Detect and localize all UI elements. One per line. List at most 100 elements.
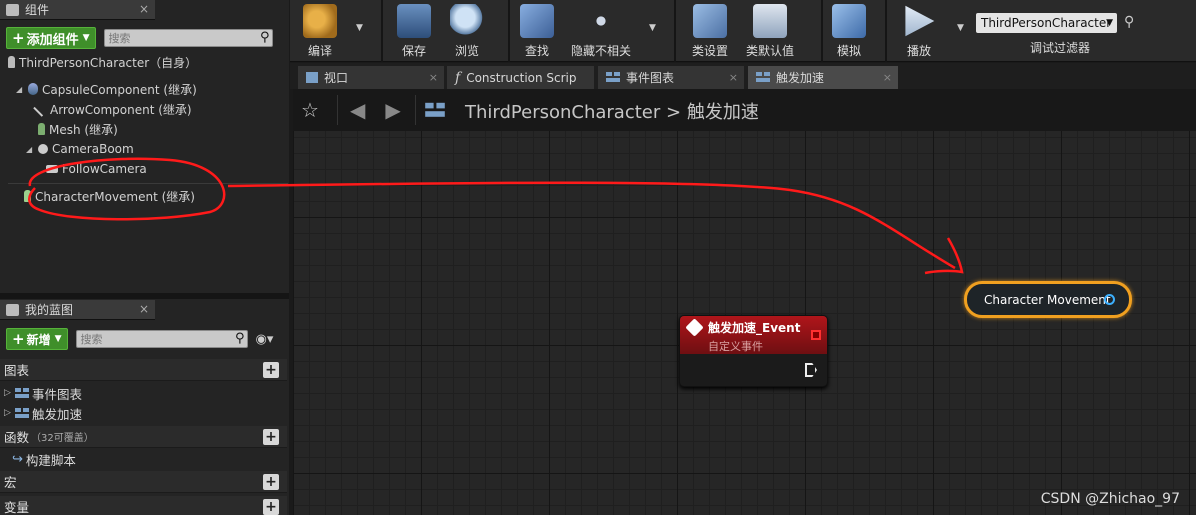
close-icon[interactable]: × xyxy=(729,71,738,84)
custom-event-node[interactable]: 触发加速_Event 自定义事件 xyxy=(679,315,828,387)
component-item[interactable]: ◢ CameraBoom xyxy=(26,140,134,158)
components-search[interactable]: ⚲ xyxy=(103,29,273,47)
tab-construction-script[interactable]: f Construction Scrip xyxy=(447,66,594,89)
new-button-label: 新增 xyxy=(26,332,51,347)
close-icon[interactable]: × xyxy=(139,2,149,16)
chevron-down-icon[interactable]: ▼ xyxy=(356,23,363,33)
expand-triangle-icon[interactable]: ◢ xyxy=(26,145,34,154)
component-item[interactable]: Mesh (继承) xyxy=(38,120,118,138)
component-label: Mesh (继承) xyxy=(49,122,118,137)
blueprint-search-input[interactable] xyxy=(76,331,247,347)
forward-arrow-icon[interactable]: ▶ xyxy=(385,98,400,122)
graph-item[interactable]: ▷ 事件图表 xyxy=(0,383,287,403)
tab-event-graph[interactable]: 事件图表 × xyxy=(598,66,744,89)
section-functions[interactable]: 函数 （32可覆盖） + xyxy=(0,426,287,448)
component-item[interactable]: ArrowComponent (继承) xyxy=(33,100,192,118)
component-item[interactable]: FollowCamera xyxy=(46,160,147,178)
browse-button[interactable]: 浏览 xyxy=(450,0,484,62)
expand-triangle-icon[interactable]: ▷ xyxy=(4,408,12,418)
component-item-character-movement[interactable]: CharacterMovement (继承) xyxy=(24,187,195,205)
delegate-pin-icon[interactable] xyxy=(811,330,821,340)
capsule-icon xyxy=(28,83,38,95)
compile-icon xyxy=(303,4,337,38)
component-item[interactable]: ◢ CapsuleComponent (继承) xyxy=(16,80,197,98)
add-variable-button[interactable]: + xyxy=(263,499,279,515)
add-graph-button[interactable]: + xyxy=(263,362,279,378)
save-label: 保存 xyxy=(401,44,426,58)
search-icon[interactable]: ⚲ xyxy=(260,30,270,45)
divider xyxy=(414,95,416,125)
tab-trigger-boost[interactable]: 触发加速 × xyxy=(748,66,898,89)
components-icon xyxy=(6,3,19,16)
new-button[interactable]: + 新增 ▼ xyxy=(6,328,68,350)
hide-unrelated-icon xyxy=(584,4,618,38)
checklist-icon xyxy=(753,4,787,38)
close-icon[interactable]: × xyxy=(429,71,438,84)
find-button[interactable]: 查找 xyxy=(519,0,555,62)
class-defaults-button[interactable]: 类默认值 xyxy=(745,0,795,62)
section-graphs[interactable]: 图表 + xyxy=(0,359,287,381)
section-graphs-label: 图表 xyxy=(4,363,30,378)
compile-button[interactable]: 编译 xyxy=(300,0,340,62)
component-label: CapsuleComponent (继承) xyxy=(42,82,197,97)
object-pin-icon[interactable] xyxy=(1104,294,1115,305)
debug-object-select[interactable]: ThirdPersonCharacter ▼ xyxy=(976,13,1117,33)
chevron-down-icon[interactable]: ▼ xyxy=(649,23,656,33)
breadcrumb-current[interactable]: 触发加速 xyxy=(687,102,759,123)
close-icon[interactable]: × xyxy=(139,302,149,316)
save-icon xyxy=(397,4,431,38)
tab-viewport[interactable]: 视口 × xyxy=(298,66,444,89)
component-label: CharacterMovement (继承) xyxy=(35,189,195,204)
play-button[interactable]: 播放 xyxy=(901,0,937,62)
graph-item-label: 触发加速 xyxy=(32,406,83,422)
graph-icon xyxy=(15,387,29,399)
component-root[interactable]: ThirdPersonCharacter（自身） xyxy=(8,53,197,71)
add-function-button[interactable]: + xyxy=(263,429,279,445)
close-icon[interactable]: × xyxy=(883,71,892,84)
section-macros[interactable]: 宏 + xyxy=(0,471,287,493)
simulate-button[interactable]: 模拟 xyxy=(831,0,867,62)
save-button[interactable]: 保存 xyxy=(397,0,431,62)
blueprint-search[interactable]: ⚲ xyxy=(75,330,248,348)
back-arrow-icon[interactable]: ◀ xyxy=(350,98,365,122)
star-icon[interactable]: ☆ xyxy=(301,98,319,122)
viewport-icon xyxy=(306,72,318,83)
event-node-title: 触发加速_Event xyxy=(708,321,801,335)
tab-label: 视口 xyxy=(324,71,349,85)
eye-icon[interactable]: ◉▾ xyxy=(256,332,274,347)
expand-triangle-icon[interactable]: ◢ xyxy=(16,85,24,94)
add-component-button[interactable]: + 添加组件 ▼ xyxy=(6,27,96,49)
class-settings-label: 类设置 xyxy=(692,44,729,58)
tab-my-blueprint[interactable]: 我的蓝图 × xyxy=(0,300,155,320)
divider xyxy=(674,0,676,62)
construction-script-item[interactable]: ↪ 构建脚本 xyxy=(0,449,287,469)
functions-note: （32可覆盖） xyxy=(31,433,94,444)
tab-components[interactable]: 组件 × xyxy=(0,0,155,20)
search-icon[interactable]: ⚲ xyxy=(235,331,245,346)
chevron-down-icon: ▼ xyxy=(82,33,90,43)
graph-item[interactable]: ▷ 触发加速 xyxy=(0,403,287,423)
actor-icon xyxy=(8,56,15,68)
components-toolbar: + 添加组件 ▼ ⚲ xyxy=(0,25,289,51)
debug-search-icon[interactable]: ⚲ xyxy=(1124,14,1134,30)
graph-icon xyxy=(606,72,620,83)
gear-icon xyxy=(693,4,727,38)
expand-triangle-icon[interactable]: ▷ xyxy=(4,388,12,398)
divider xyxy=(508,0,510,62)
class-settings-button[interactable]: 类设置 xyxy=(692,0,728,62)
camera-icon xyxy=(46,165,58,173)
chevron-down-icon[interactable]: ▼ xyxy=(957,23,964,33)
section-variables-label: 变量 xyxy=(4,500,30,515)
add-component-label: 添加组件 xyxy=(26,32,79,48)
character-movement-variable-node[interactable]: Character Movement xyxy=(964,281,1132,318)
add-macro-button[interactable]: + xyxy=(263,474,279,490)
tab-label: 触发加速 xyxy=(776,71,825,85)
exec-output-pin-icon[interactable] xyxy=(805,363,817,377)
components-search-input[interactable] xyxy=(104,30,272,46)
hide-unrelated-button[interactable]: 隐藏不相关 xyxy=(571,0,631,62)
debug-filter-label: 调试过滤器 xyxy=(1030,41,1091,55)
blueprint-toolbar: + 新增 ▼ ⚲ ◉▾ xyxy=(0,326,289,352)
play-icon xyxy=(905,5,935,37)
breadcrumb-root[interactable]: ThirdPersonCharacter xyxy=(465,102,660,123)
section-variables[interactable]: 变量 + xyxy=(0,496,287,515)
